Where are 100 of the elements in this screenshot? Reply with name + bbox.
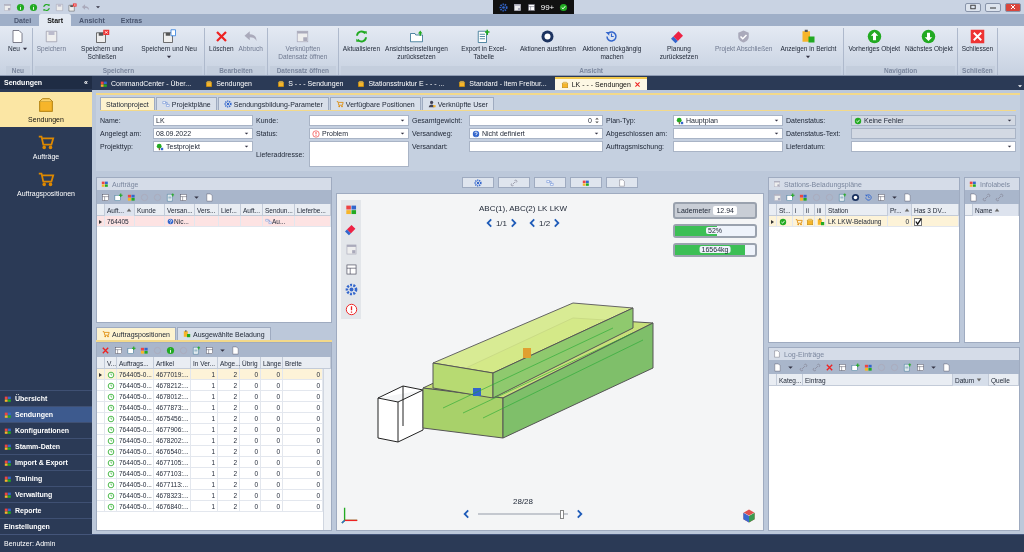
gear-icon (498, 2, 508, 12)
package-icon (205, 79, 214, 88)
link-icon[interactable] (982, 192, 991, 202)
warning-icon (312, 129, 320, 138)
view-tool-button[interactable] (534, 177, 566, 188)
color-grid-icon[interactable] (864, 362, 873, 372)
clock-icon (107, 414, 115, 423)
dropdown-field[interactable] (309, 115, 409, 126)
document-icon[interactable] (205, 192, 214, 202)
cart-icon (795, 217, 803, 226)
clock-icon (107, 403, 115, 412)
input-field[interactable] (469, 141, 603, 152)
layout-icon[interactable] (114, 345, 123, 355)
action-icon (540, 29, 556, 44)
restore-button[interactable] (965, 2, 981, 12)
color-grid-icon[interactable] (344, 203, 358, 216)
tree-icon (676, 116, 684, 125)
clock-icon (107, 436, 115, 445)
warning-icon[interactable] (344, 303, 358, 316)
dropdown-field[interactable] (851, 141, 1016, 152)
link-icon[interactable] (995, 192, 1004, 202)
layout-icon[interactable] (179, 192, 188, 202)
chevron-right-icon[interactable] (553, 217, 562, 229)
add-icon[interactable] (127, 345, 136, 355)
clock-icon (107, 502, 115, 511)
color-grid-icon (100, 79, 108, 88)
save-new-icon (161, 29, 177, 44)
row-indicator-icon (99, 219, 102, 224)
package-icon (806, 217, 814, 226)
package-icon (357, 79, 366, 88)
close-button[interactable] (1005, 2, 1021, 12)
spreadsheet-add-icon[interactable] (166, 192, 175, 202)
history-icon (604, 29, 620, 44)
input-field[interactable] (673, 141, 783, 152)
color-grid-icon (4, 458, 12, 467)
info-icon[interactable] (166, 345, 175, 355)
restore-icon (969, 4, 977, 10)
document-icon[interactable] (903, 192, 912, 202)
package-icon (277, 79, 286, 88)
axes-icon (341, 506, 359, 524)
close-icon (969, 29, 985, 44)
color-grid-icon[interactable] (127, 192, 136, 202)
folder-arrow-icon (409, 29, 424, 44)
spreadsheet-add-icon[interactable] (903, 362, 912, 372)
info-icon (29, 2, 38, 12)
chevron-left-icon[interactable] (528, 217, 536, 229)
document-icon[interactable] (942, 362, 951, 372)
window-icon (3, 2, 12, 12)
window-icon[interactable] (344, 243, 358, 256)
layout-icon[interactable] (877, 192, 886, 202)
chevron-left-icon[interactable] (462, 508, 470, 520)
document-icon[interactable] (969, 192, 978, 202)
checkmark-icon (914, 218, 922, 225)
scrollbar[interactable] (323, 369, 331, 530)
layout-icon[interactable] (205, 345, 214, 355)
clock-icon (107, 392, 115, 401)
package-icon (458, 79, 467, 88)
window-icon[interactable] (773, 192, 782, 202)
action-icon[interactable] (851, 192, 860, 202)
document-icon (10, 29, 26, 44)
add-icon[interactable] (851, 362, 860, 372)
eraser-icon[interactable] (344, 223, 358, 236)
add-icon[interactable] (114, 192, 123, 202)
chevron-left-icon[interactable] (484, 217, 493, 229)
spreadsheet-add-icon[interactable] (192, 345, 201, 355)
address-field[interactable] (309, 141, 409, 167)
shield-icon (736, 29, 752, 44)
layout-icon[interactable] (838, 362, 847, 372)
add-icon[interactable] (786, 192, 795, 202)
chevron-right-icon[interactable] (510, 217, 518, 229)
view-tool-button[interactable] (606, 177, 638, 188)
user-icon (427, 100, 436, 108)
layout-icon[interactable] (101, 192, 110, 202)
minimize-button[interactable] (985, 2, 1001, 12)
save-close-icon (68, 2, 77, 12)
cart-icon (37, 170, 55, 188)
undo-arrow-icon (81, 2, 90, 12)
layout-icon[interactable] (344, 263, 358, 276)
caret-icon (94, 3, 102, 11)
view-tool-button[interactable] (462, 177, 494, 188)
color-grid-icon[interactable] (140, 345, 149, 355)
document-icon[interactable] (231, 345, 240, 355)
clock-icon (107, 370, 115, 379)
color-grid-icon[interactable] (799, 192, 808, 202)
gear-icon[interactable] (344, 283, 358, 296)
delete-icon[interactable] (101, 345, 110, 355)
cube-icon[interactable] (741, 508, 757, 524)
view-tool-button[interactable] (498, 177, 530, 188)
tree-icon (156, 142, 164, 151)
window-icon (773, 180, 781, 188)
layout-icon[interactable] (916, 362, 925, 372)
dropdown-field[interactable] (673, 128, 783, 139)
link-icon[interactable] (812, 362, 821, 372)
slider-thumb[interactable] (559, 509, 564, 519)
question-icon (472, 129, 480, 138)
checkbox[interactable] (914, 217, 922, 226)
chevron-right-icon[interactable] (576, 508, 584, 520)
view-tool-button[interactable] (570, 177, 602, 188)
delete-icon[interactable] (825, 362, 834, 372)
clock-icon (107, 447, 115, 456)
